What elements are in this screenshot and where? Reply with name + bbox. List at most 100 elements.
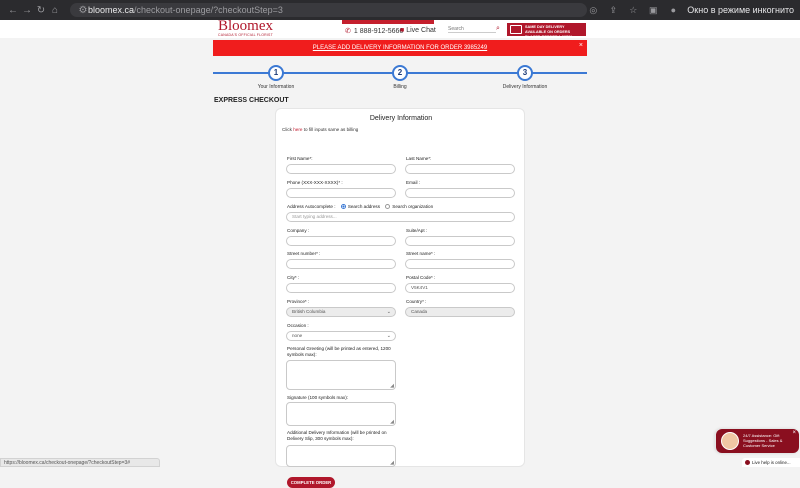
occasion-label: Occasion : <box>287 323 309 328</box>
logo-tagline: CANADA'S OFFICIAL FLORIST <box>218 33 273 37</box>
delivery-form: Delivery Information Click here to fill … <box>275 108 525 488</box>
signature-textarea[interactable]: ◢ <box>286 402 396 426</box>
company-label: Company : <box>287 228 310 233</box>
chevron-down-icon: ⌄ <box>386 309 391 315</box>
personal-greeting-label: Personal Greeting (will be printed as en… <box>287 346 391 357</box>
search-input[interactable]: Search <box>448 26 496 33</box>
radio-search-address-label[interactable]: Search address <box>348 204 380 209</box>
phone-label: Phone (XXX-XXX-XXXX)* : <box>287 180 343 185</box>
page: Bloomex CANADA'S OFFICIAL FLORIST ✆ 1 888… <box>0 19 800 488</box>
address-autocomplete-input[interactable]: Start typing address... <box>286 212 515 222</box>
signature-label: Signature (100 symbols max): <box>287 395 349 400</box>
close-icon[interactable]: × <box>792 430 796 436</box>
fill-hint-suffix: to fill inputs same as billing <box>303 127 359 132</box>
sidebar-icon[interactable]: ▣ <box>647 5 659 16</box>
forward-icon[interactable]: → <box>20 5 34 16</box>
address-autocomplete-label: Address Autocomplete : <box>287 204 336 209</box>
radio-search-address[interactable] <box>340 204 346 210</box>
live-help-label: Live help is online... <box>752 460 791 465</box>
company-field[interactable] <box>286 236 396 246</box>
step-label: Your Information <box>257 84 295 90</box>
chat-icon: ■ <box>400 27 405 34</box>
close-icon[interactable]: × <box>579 38 583 54</box>
step-delivery-information[interactable]: 3 Delivery Information <box>485 65 565 90</box>
site-header: Bloomex CANADA'S OFFICIAL FLORIST ✆ 1 888… <box>0 19 800 39</box>
complete-order-button[interactable]: COMPLETE ORDER <box>287 477 335 488</box>
step-number: 2 <box>392 65 408 81</box>
chat-popup[interactable]: 24/7 Assistance: Gift Suggestions - Sale… <box>715 428 799 453</box>
street-number-label: Street number* : <box>287 251 321 256</box>
postal-code-label: Postal Code* : <box>406 275 436 280</box>
last-name-field[interactable] <box>405 164 515 174</box>
share-icon[interactable]: ⇪ <box>607 5 619 16</box>
browser-toolbar: ← → ↻ ⌂ ⚙ bloomex.ca/checkout-onepage/?c… <box>0 0 800 20</box>
suite-field[interactable] <box>405 236 515 246</box>
form-title: Delivery Information <box>369 115 433 122</box>
resize-grip-icon[interactable]: ◢ <box>390 383 394 389</box>
step-number: 1 <box>268 65 284 81</box>
country-field[interactable]: Canada <box>405 307 515 317</box>
logo[interactable]: Bloomex <box>218 19 273 34</box>
step-your-information[interactable]: 1 Your Information <box>236 65 316 90</box>
resize-grip-icon[interactable]: ◢ <box>390 460 394 466</box>
phone-field[interactable] <box>286 188 396 198</box>
tune-icon[interactable]: ⚙ <box>78 5 88 16</box>
live-help-bar[interactable]: Live help is online... <box>742 458 800 467</box>
suite-label: Suite/Apt : <box>406 228 428 233</box>
incognito-icon: ● <box>670 5 677 15</box>
delivery-truck-icon <box>510 25 522 34</box>
chat-popup-body[interactable]: 24/7 Assistance: Gift Suggestions - Sale… <box>716 429 799 453</box>
step-number: 3 <box>517 65 533 81</box>
incognito-label[interactable]: Окно в режиме инкогнито <box>687 5 794 15</box>
alert-text[interactable]: PLEASE ADD DELIVERY INFORMATION FOR ORDE… <box>313 45 487 51</box>
search-icon[interactable]: ⌕ <box>496 25 500 33</box>
occasion-select[interactable]: none ⌄ <box>286 331 396 341</box>
radio-search-organization[interactable] <box>385 204 391 210</box>
home-icon[interactable]: ⌂ <box>48 5 62 16</box>
promo-banner[interactable] <box>342 20 434 24</box>
postal-code-field[interactable]: V5K4V1 <box>405 283 515 293</box>
first-name-field[interactable] <box>286 164 396 174</box>
chevron-down-icon: ⌄ <box>386 333 391 339</box>
address-bar[interactable]: ⚙ bloomex.ca/checkout-onepage/?checkoutS… <box>70 3 588 17</box>
country-label: Country* : <box>406 299 427 304</box>
radio-search-organization-label[interactable]: Search organization <box>392 204 433 209</box>
live-chat-link[interactable]: ■ Live Chat <box>400 27 436 34</box>
fill-same-as-billing-link[interactable]: here <box>293 127 302 132</box>
province-select[interactable]: British Columbia ⌄ <box>286 307 396 317</box>
checkout-steps: 1 Your Information 2 Billing 3 Delivery … <box>213 60 587 92</box>
province-label: Province* : <box>287 299 310 304</box>
street-name-field[interactable] <box>405 259 515 269</box>
email-field[interactable] <box>405 188 515 198</box>
chat-message: 24/7 Assistance: Gift Suggestions - Sale… <box>743 433 783 448</box>
city-field[interactable] <box>286 283 396 293</box>
street-number-field[interactable] <box>286 259 396 269</box>
bookmark-star-icon[interactable]: ☆ <box>627 5 639 16</box>
delivery-info-label: Additional Delivery Information (will be… <box>287 430 387 441</box>
chat-status-icon <box>745 460 750 465</box>
street-name-label: Street name* : <box>406 251 436 256</box>
phone-number[interactable]: ✆ 1 888-912-5666 <box>345 27 403 36</box>
city-label: City* : <box>287 275 300 280</box>
province-value: British Columbia <box>292 309 326 314</box>
back-icon[interactable]: ← <box>6 5 20 16</box>
status-bar-url: https://bloomex.ca/checkout-onepage/?che… <box>0 458 160 467</box>
email-label: Email : <box>406 180 421 185</box>
last-name-label: Last Name*: <box>406 156 432 161</box>
delivery-info-textarea[interactable]: ◢ <box>286 445 396 467</box>
personal-greeting-textarea[interactable]: ◢ <box>286 360 396 390</box>
url-path: /checkout-onepage/?checkoutStep=3 <box>134 5 283 15</box>
delivery-alert[interactable]: PLEASE ADD DELIVERY INFORMATION FOR ORDE… <box>213 40 587 56</box>
reload-icon[interactable]: ↻ <box>34 5 48 16</box>
resize-grip-icon[interactable]: ◢ <box>390 419 394 425</box>
section-title: EXPRESS CHECKOUT <box>214 97 289 104</box>
live-chat-text: Live Chat <box>406 27 436 34</box>
eye-off-icon[interactable]: ◎ <box>587 5 599 16</box>
fill-hint: Click here to fill inputs same as billin… <box>282 127 358 132</box>
step-label: Delivery Information <box>502 84 548 90</box>
step-billing[interactable]: 2 Billing <box>360 65 440 90</box>
occasion-value: none <box>292 333 303 338</box>
fill-hint-prefix: Click <box>282 127 292 132</box>
same-day-delivery-banner: SAME DAY DELIVERY AVAILABLE ON ORDERS PL… <box>507 23 586 39</box>
address-autocomplete-row: Address Autocomplete : Search address Se… <box>287 204 433 210</box>
